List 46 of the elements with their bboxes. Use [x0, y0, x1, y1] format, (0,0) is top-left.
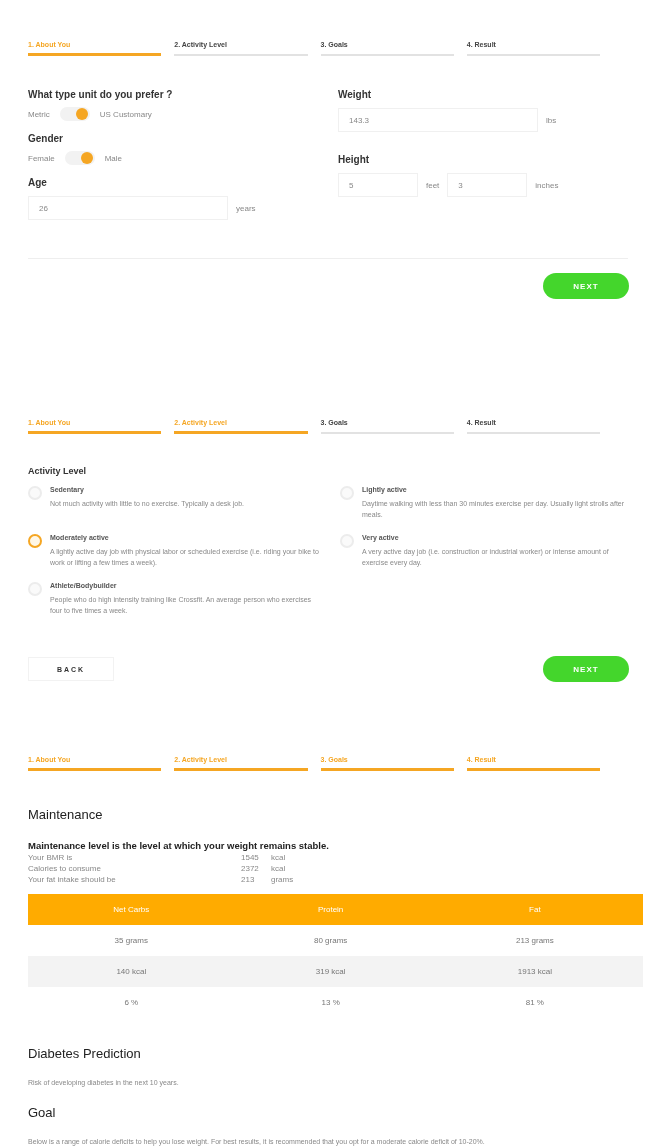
- table-cell: 319 kcal: [234, 956, 427, 987]
- table-cell: 140 kcal: [28, 956, 235, 987]
- fact-label: Your fat intake should be: [28, 875, 117, 884]
- table-cell: 213 grams: [426, 925, 643, 956]
- toggle-switch[interactable]: [64, 151, 95, 165]
- toggle-label: Male: [104, 153, 123, 163]
- fact-value: 1545: [241, 853, 260, 862]
- fact-unit: kcal: [271, 853, 287, 862]
- fact-value: 2372: [241, 864, 260, 873]
- toggle-label: Female: [28, 153, 55, 163]
- field-label: Age: [28, 177, 48, 188]
- table-cell: 6 %: [28, 987, 235, 1018]
- table-cell: 80 grams: [234, 925, 427, 956]
- section-title: Maintenance: [28, 807, 104, 822]
- fact-unit: grams: [271, 875, 295, 884]
- weight-field[interactable]: 143.3: [338, 108, 538, 132]
- field-label: Weight: [338, 89, 373, 100]
- section-title: Activity Level: [28, 466, 88, 476]
- radio-button[interactable]: [28, 534, 42, 548]
- field-label: What type unit do you prefer ?: [28, 89, 174, 100]
- table-cell: 13 %: [234, 987, 427, 1018]
- unit-label: feet: [426, 180, 440, 190]
- fact-label: Calories to consume: [28, 864, 102, 873]
- feet-field[interactable]: 5: [338, 173, 418, 197]
- unit-label: inches: [535, 180, 559, 190]
- section-subtitle: Maintenance level is the level at which your weight remains stable.: [28, 840, 330, 851]
- toggle-switch[interactable]: [59, 107, 90, 121]
- table-cell: 1913 kcal: [426, 956, 643, 987]
- section-title: Diabetes Prediction: [28, 1046, 142, 1061]
- fact-unit: kcal: [271, 864, 287, 873]
- column-header: Net Carbs: [28, 894, 235, 925]
- age-field[interactable]: 26: [28, 196, 228, 220]
- column-header: Fat: [426, 894, 643, 925]
- toggle-label: US Customary: [99, 109, 152, 119]
- fact-value: 213: [241, 875, 256, 884]
- field-label: Gender: [28, 133, 64, 144]
- field-label: Height: [338, 154, 371, 165]
- column-header: Protein: [234, 894, 427, 925]
- section-title: Goal: [28, 1105, 57, 1120]
- unit-label: lbs: [546, 115, 557, 125]
- unit-label: years: [236, 203, 256, 213]
- table-cell: 35 grams: [28, 925, 235, 956]
- fact-label: Your BMR is: [28, 853, 74, 862]
- table-cell: 81 %: [426, 987, 643, 1018]
- inches-field[interactable]: 3: [447, 173, 528, 197]
- toggle-label: Metric: [28, 109, 50, 119]
